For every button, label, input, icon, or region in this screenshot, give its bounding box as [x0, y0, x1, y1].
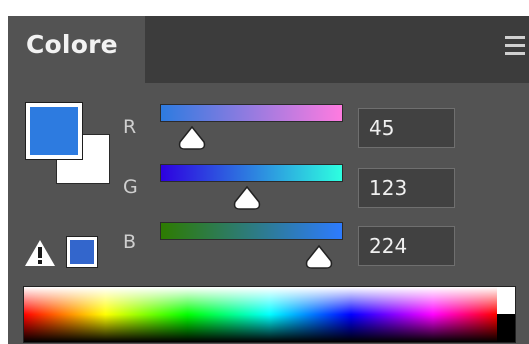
panel-menu-icon[interactable]	[505, 34, 525, 58]
channel-label-g: G	[123, 176, 138, 198]
value-input-b[interactable]	[359, 227, 454, 265]
web-safe-swatch[interactable]	[66, 236, 98, 268]
ramp-white-swatch[interactable]	[497, 287, 515, 314]
web-safe-color-fill	[70, 240, 94, 264]
value-input-r[interactable]	[359, 109, 454, 147]
value-field-g[interactable]	[358, 168, 455, 208]
panel-tab-bar: Colore	[8, 16, 529, 83]
color-spectrum-ramp[interactable]	[23, 286, 516, 343]
slider-b-thumb[interactable]	[304, 244, 334, 270]
foreground-color-fill	[30, 107, 78, 155]
value-input-g[interactable]	[359, 169, 454, 207]
foreground-color-swatch[interactable]	[25, 102, 83, 160]
color-panel: Colore R G B	[8, 16, 529, 344]
slider-g[interactable]	[160, 164, 343, 182]
value-field-r[interactable]	[358, 108, 455, 148]
slider-b[interactable]	[160, 222, 343, 240]
slider-r-thumb[interactable]	[177, 125, 207, 151]
value-field-b[interactable]	[358, 226, 455, 266]
tab-label: Colore	[26, 30, 118, 59]
channel-label-r: R	[123, 116, 137, 138]
slider-g-thumb[interactable]	[232, 185, 262, 211]
warning-icon[interactable]	[24, 239, 56, 267]
ramp-black-swatch[interactable]	[497, 314, 515, 342]
slider-r[interactable]	[160, 104, 343, 122]
tab-colore[interactable]: Colore	[8, 16, 145, 83]
channel-label-b: B	[123, 231, 137, 253]
